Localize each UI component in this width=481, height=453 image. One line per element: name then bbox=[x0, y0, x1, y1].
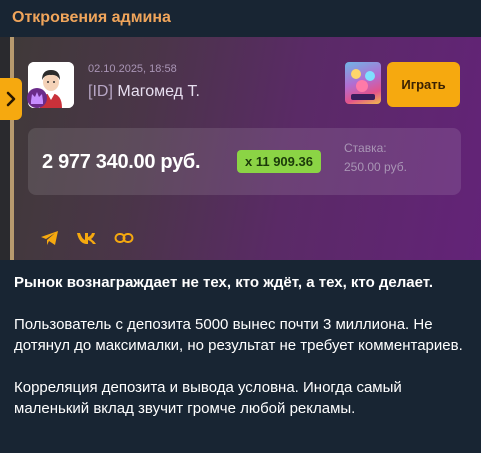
link-icon[interactable] bbox=[114, 231, 134, 245]
telegram-icon[interactable] bbox=[40, 230, 60, 246]
channel-message: Откровения админа 02.10.2025, 18:58 [ID]… bbox=[0, 0, 481, 453]
share-icons bbox=[40, 230, 134, 246]
user-id-label: [ID] bbox=[88, 83, 113, 100]
stake-label: Ставка: bbox=[344, 141, 387, 155]
multiplier-badge: x 11 909.36 bbox=[237, 150, 321, 173]
win-amount: 2 977 340.00 руб. bbox=[42, 151, 201, 173]
chevron-right-icon[interactable] bbox=[0, 78, 22, 120]
vk-icon[interactable] bbox=[76, 231, 98, 245]
play-button[interactable]: Играть bbox=[387, 62, 460, 107]
game-thumbnail[interactable] bbox=[345, 62, 381, 104]
win-card-image[interactable]: 02.10.2025, 18:58 [ID] Магомед Т. Играть… bbox=[0, 37, 481, 260]
post-paragraph: Пользователь с депозита 5000 вынес почти… bbox=[14, 316, 463, 354]
post-text: Рынок вознаграждает не тех, кто ждёт, а … bbox=[14, 272, 474, 440]
channel-name[interactable]: Откровения админа bbox=[12, 9, 171, 27]
user-name-text: Магомед Т. bbox=[117, 83, 200, 100]
crown-badge-icon bbox=[26, 87, 48, 109]
stake-value: 250.00 руб. bbox=[344, 160, 407, 174]
user-name: [ID] Магомед Т. bbox=[88, 83, 200, 101]
bet-summary: 2 977 340.00 руб. x 11 909.36 Ставка: 25… bbox=[28, 128, 461, 195]
timestamp: 02.10.2025, 18:58 bbox=[88, 63, 177, 75]
post-headline: Рынок вознаграждает не тех, кто ждёт, а … bbox=[14, 274, 433, 291]
post-paragraph: Корреляция депозита и вывода условна. Ин… bbox=[14, 379, 402, 417]
